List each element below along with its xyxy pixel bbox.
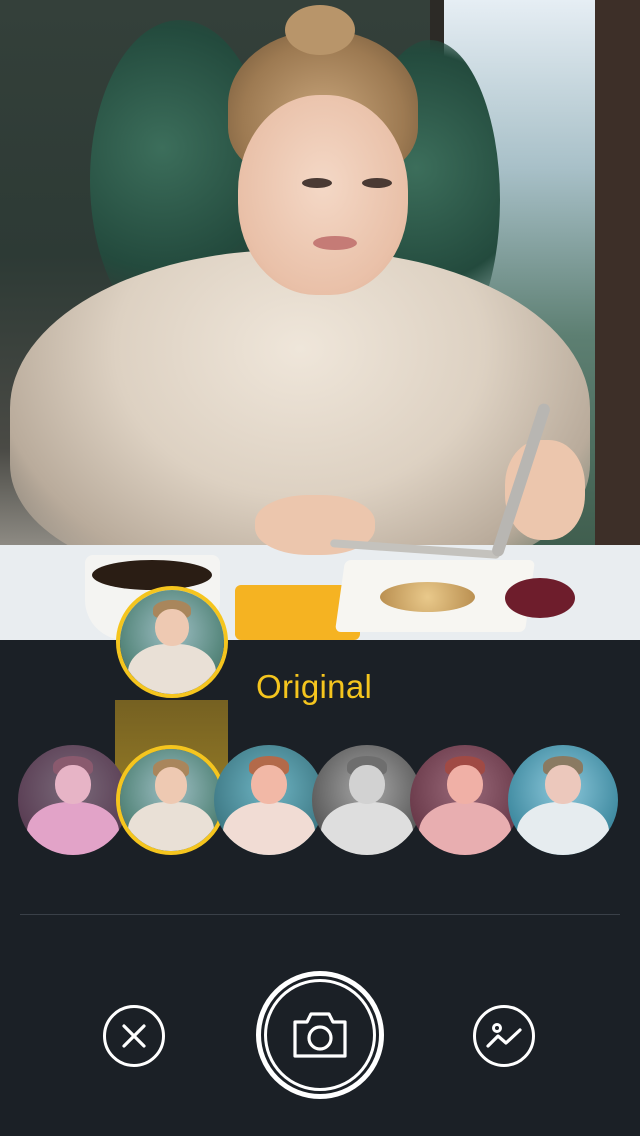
subject-eye-left (302, 178, 332, 188)
shutter-inner-ring (264, 979, 376, 1091)
thumb-face (447, 764, 483, 805)
thumb-body (128, 802, 214, 851)
filter-thumb-mono[interactable] (312, 745, 422, 855)
thumb-face (155, 608, 189, 647)
close-button[interactable] (103, 1005, 165, 1067)
beet-salad (505, 578, 575, 618)
camera-screen: Original (0, 0, 640, 1136)
photo-preview (0, 0, 640, 640)
filter-thumb-red[interactable] (410, 745, 520, 855)
shutter-button[interactable] (256, 971, 384, 1099)
coffee (92, 560, 212, 590)
thumb-face (55, 764, 91, 805)
thumb-body (26, 802, 120, 855)
filter-name-label: Original (256, 668, 373, 705)
food (380, 582, 475, 612)
filter-thumb-original[interactable] (116, 745, 226, 855)
thumb-body (222, 802, 316, 855)
thumb-face (545, 764, 581, 805)
thumb-body (128, 644, 216, 694)
thumb-body (418, 802, 512, 855)
thumb-face (349, 764, 385, 805)
thumb-face (251, 764, 287, 805)
close-icon (122, 1024, 146, 1048)
thumb-body (320, 802, 414, 855)
subject-lips (313, 236, 357, 250)
subject-face (238, 95, 408, 295)
filter-thumb-warm[interactable] (214, 745, 324, 855)
gallery-button[interactable] (473, 1005, 535, 1067)
filter-thumb-cool[interactable] (508, 745, 618, 855)
subject-hair-bun (285, 5, 355, 55)
subject-eye-right (362, 178, 392, 188)
gallery-icon (486, 1023, 522, 1048)
thumb-face (154, 767, 188, 805)
panel-divider (20, 914, 620, 915)
window-frame-right (595, 0, 640, 560)
camera-icon (293, 1012, 347, 1058)
selected-filter-preview (116, 586, 228, 698)
thumb-body (516, 802, 610, 855)
filter-thumb-magenta[interactable] (18, 745, 128, 855)
